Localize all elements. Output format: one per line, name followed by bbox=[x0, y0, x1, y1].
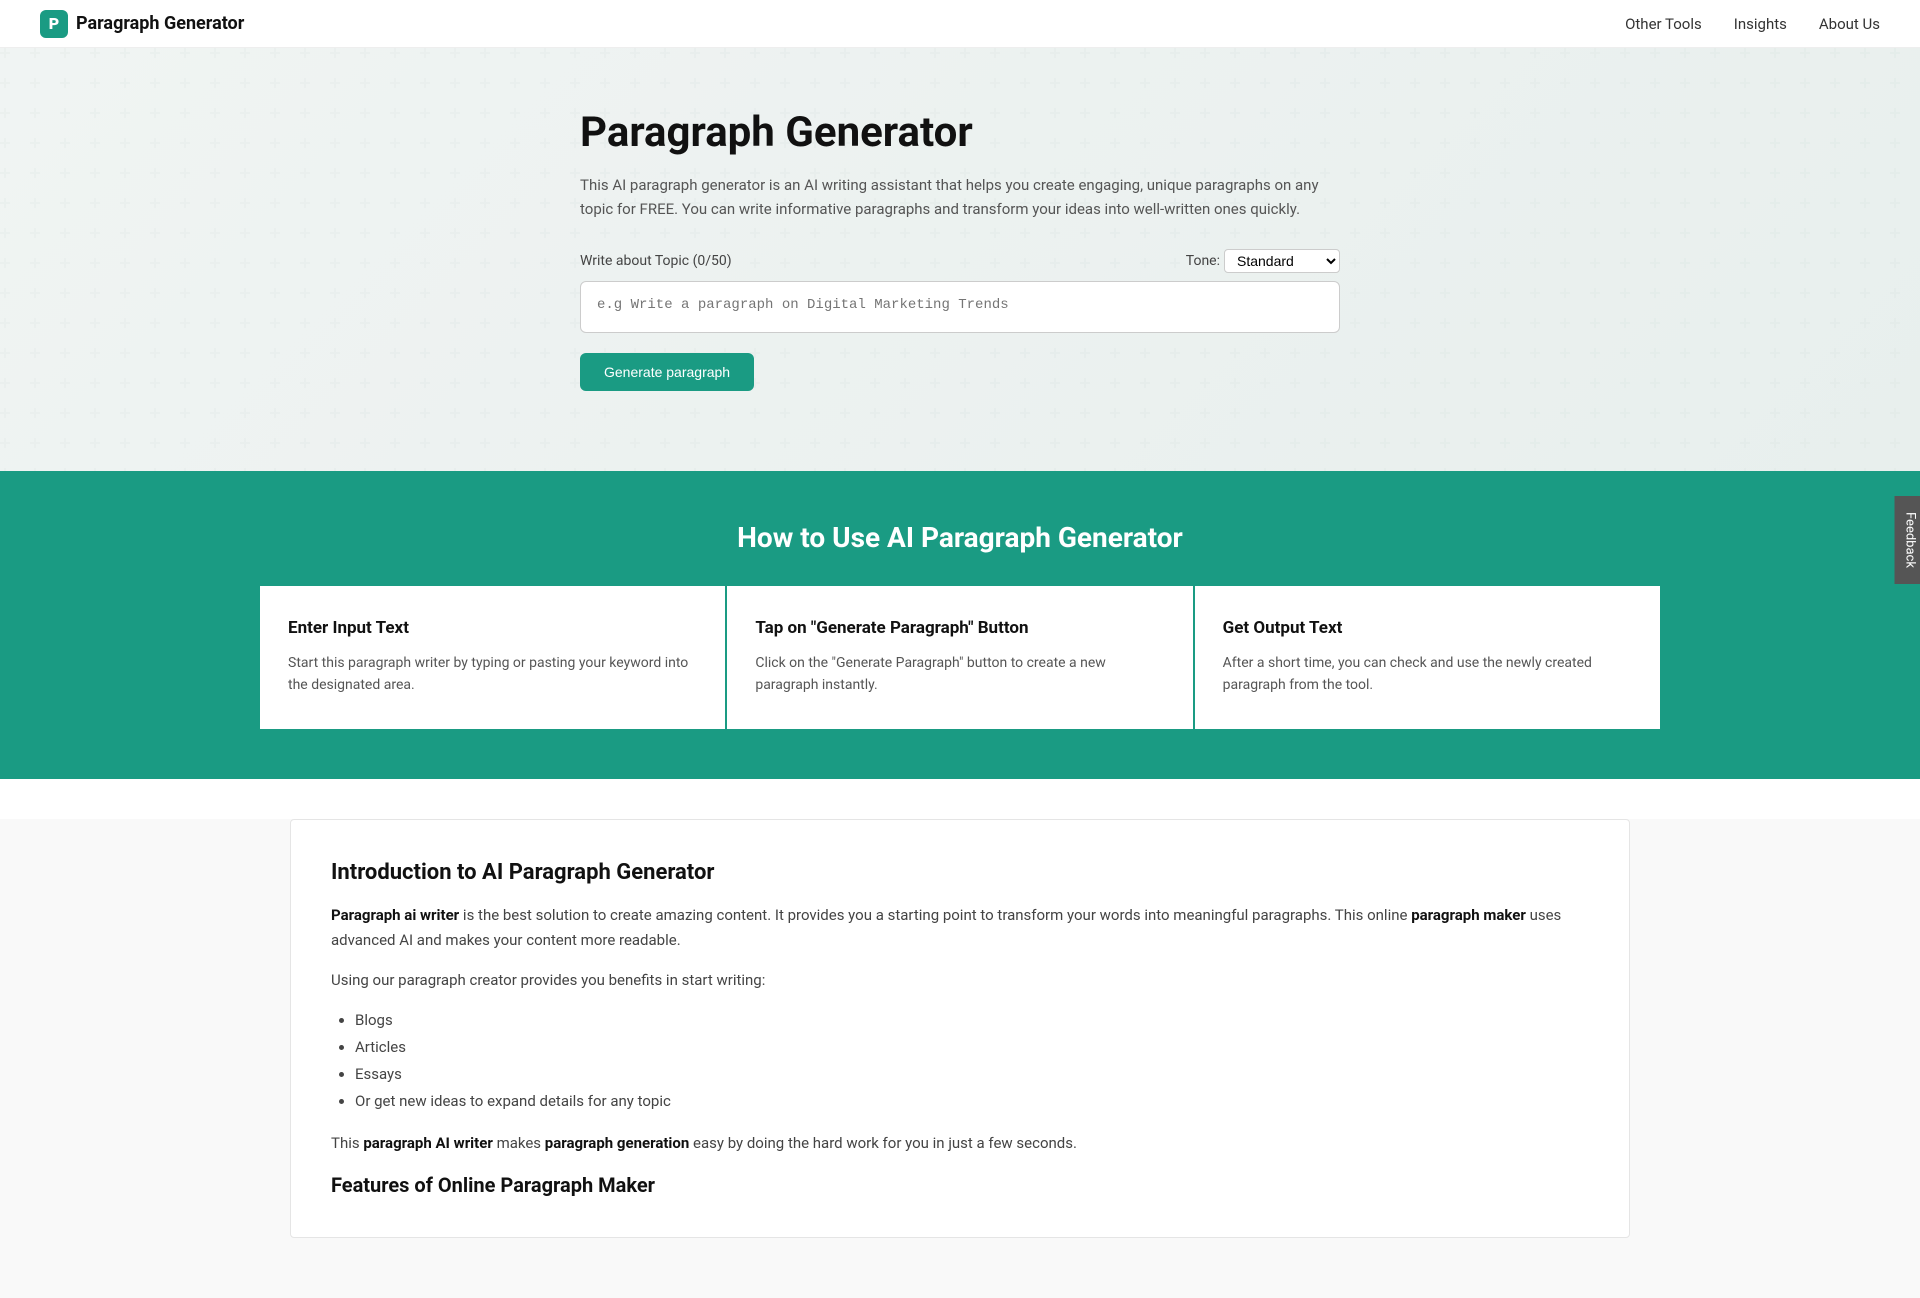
generate-button[interactable]: Generate paragraph bbox=[580, 353, 754, 391]
step-3-title: Get Output Text bbox=[1223, 618, 1632, 638]
navbar: P Paragraph Generator Other Tools Insigh… bbox=[0, 0, 1920, 48]
page-title: Paragraph Generator bbox=[580, 108, 1340, 157]
list-item: Blogs bbox=[355, 1007, 1589, 1034]
feedback-tab[interactable]: Feedback bbox=[1895, 496, 1920, 584]
how-to-title: How to Use AI Paragraph Generator bbox=[40, 521, 1880, 554]
intro-paragraph-2: Using our paragraph creator provides you… bbox=[331, 968, 1589, 994]
intro-link-1[interactable]: Paragraph ai writer bbox=[331, 906, 459, 924]
intro-para1-middle: is the best solution to create amazing c… bbox=[463, 906, 1411, 924]
intro-link-4[interactable]: paragraph generation bbox=[545, 1134, 690, 1152]
topic-char-count: Write about Topic (0/50) bbox=[580, 253, 732, 269]
intro-section: Introduction to AI Paragraph Generator P… bbox=[290, 819, 1630, 1238]
steps-grid: Enter Input Text Start this paragraph wr… bbox=[260, 586, 1660, 729]
step-2-desc: Click on the "Generate Paragraph" button… bbox=[755, 652, 1164, 697]
intro-paragraph-1: Paragraph ai writer is the best solution… bbox=[331, 903, 1589, 954]
how-to-section: How to Use AI Paragraph Generator Enter … bbox=[0, 471, 1920, 779]
step-card-3: Get Output Text After a short time, you … bbox=[1195, 586, 1660, 729]
hero-section: Paragraph Generator This AI paragraph ge… bbox=[0, 48, 1920, 471]
step-2-title: Tap on "Generate Paragraph" Button bbox=[755, 618, 1164, 638]
intro-link-2[interactable]: paragraph maker bbox=[1411, 906, 1526, 924]
step-3-desc: After a short time, you can check and us… bbox=[1223, 652, 1632, 697]
tone-select[interactable]: Standard Formal Casual Professional bbox=[1224, 249, 1340, 273]
step-1-title: Enter Input Text bbox=[288, 618, 697, 638]
topic-label-row: Write about Topic (0/50) Tone: Standard … bbox=[580, 249, 1340, 273]
nav-about-us[interactable]: About Us bbox=[1819, 15, 1880, 33]
features-title: Features of Online Paragraph Maker bbox=[331, 1173, 1589, 1197]
intro-title: Introduction to AI Paragraph Generator bbox=[331, 860, 1589, 885]
list-item: Or get new ideas to expand details for a… bbox=[355, 1088, 1589, 1115]
hero-description: This AI paragraph generator is an AI wri… bbox=[580, 173, 1340, 221]
tone-label: Tone: Standard Formal Casual Professiona… bbox=[1186, 249, 1340, 273]
nav-links: Other Tools Insights About Us bbox=[1625, 15, 1880, 33]
step-card-1: Enter Input Text Start this paragraph wr… bbox=[260, 586, 725, 729]
nav-other-tools[interactable]: Other Tools bbox=[1625, 15, 1702, 33]
hero-content: Paragraph Generator This AI paragraph ge… bbox=[580, 108, 1340, 391]
list-item: Articles bbox=[355, 1034, 1589, 1061]
intro-link-3[interactable]: paragraph AI writer bbox=[363, 1134, 493, 1152]
intro-list: Blogs Articles Essays Or get new ideas t… bbox=[355, 1007, 1589, 1115]
nav-insights[interactable]: Insights bbox=[1734, 15, 1787, 33]
list-item: Essays bbox=[355, 1061, 1589, 1088]
step-card-2: Tap on "Generate Paragraph" Button Click… bbox=[727, 586, 1192, 729]
intro-paragraph-3: This paragraph AI writer makes paragraph… bbox=[331, 1131, 1589, 1157]
nav-logo[interactable]: P Paragraph Generator bbox=[40, 10, 244, 38]
logo-text: Paragraph Generator bbox=[76, 13, 244, 34]
step-1-desc: Start this paragraph writer by typing or… bbox=[288, 652, 697, 697]
logo-icon: P bbox=[40, 10, 68, 38]
topic-input[interactable] bbox=[580, 281, 1340, 333]
